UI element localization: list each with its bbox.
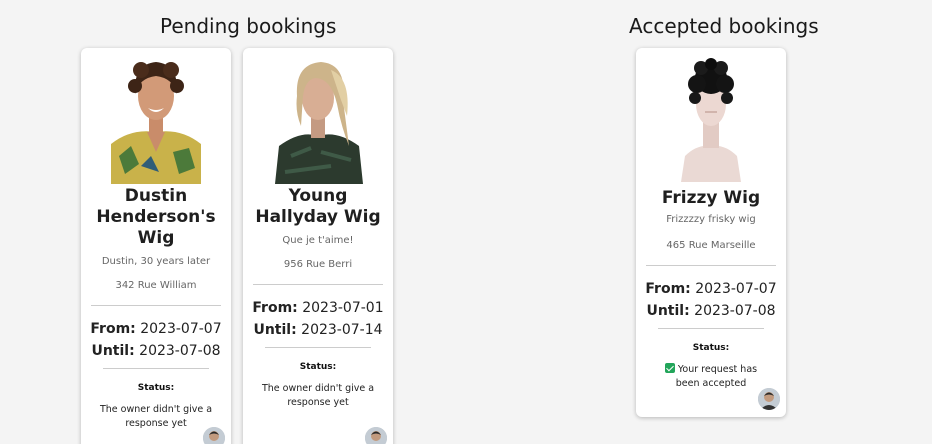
accepted-booking-card[interactable]: Frizzy Wig Frizzzzy frisky wig 465 Rue M…	[636, 48, 786, 417]
accepted-bookings-title: Accepted bookings	[629, 14, 819, 38]
divider	[646, 265, 776, 266]
wig-photo	[271, 56, 365, 184]
from-date: From: 2023-07-01	[252, 300, 384, 316]
status-label: Status:	[692, 343, 730, 353]
wig-name: Dustin Henderson's Wig	[96, 186, 216, 248]
from-date: From: 2023-07-07	[645, 281, 777, 297]
wig-address: 956 Rue Berri	[283, 259, 353, 270]
wig-description: Frizzzzy frisky wig	[666, 214, 756, 225]
divider	[91, 305, 221, 306]
status-label: Status:	[137, 383, 175, 393]
owner-avatar[interactable]	[365, 427, 387, 444]
from-date: From: 2023-07-07	[90, 321, 222, 337]
pending-booking-card[interactable]: Young Hallyday Wig Que je t'aime! 956 Ru…	[243, 48, 393, 444]
status-text: The owner didn't give a response yet	[99, 404, 213, 429]
wig-name: Frizzy Wig	[661, 188, 761, 208]
wig-name: Young Hallyday Wig	[255, 186, 381, 227]
wig-address: 342 Rue William	[115, 280, 197, 291]
owner-avatar[interactable]	[758, 388, 780, 410]
pending-bookings-title: Pending bookings	[160, 14, 337, 38]
wig-address: 465 Rue Marseille	[666, 240, 756, 251]
divider	[253, 284, 383, 285]
divider	[103, 368, 209, 369]
divider	[265, 347, 371, 348]
until-date: Until: 2023-07-14	[253, 322, 383, 338]
wig-photo	[111, 56, 201, 184]
status-text: The owner didn't give a response yet	[261, 383, 375, 408]
status-text: Your request has been accepted	[636, 363, 786, 391]
wig-description: Dustin, 30 years later	[101, 256, 211, 267]
owner-avatar[interactable]	[203, 427, 225, 444]
check-icon	[664, 363, 675, 373]
until-date: Until: 2023-07-08	[91, 343, 221, 359]
pending-booking-card[interactable]: Dustin Henderson's Wig Dustin, 30 years …	[81, 48, 231, 444]
wig-description: Que je t'aime!	[282, 235, 354, 246]
wig-photo	[671, 56, 751, 182]
until-date: Until: 2023-07-08	[646, 303, 776, 319]
divider	[658, 328, 764, 329]
status-label: Status:	[299, 362, 337, 372]
